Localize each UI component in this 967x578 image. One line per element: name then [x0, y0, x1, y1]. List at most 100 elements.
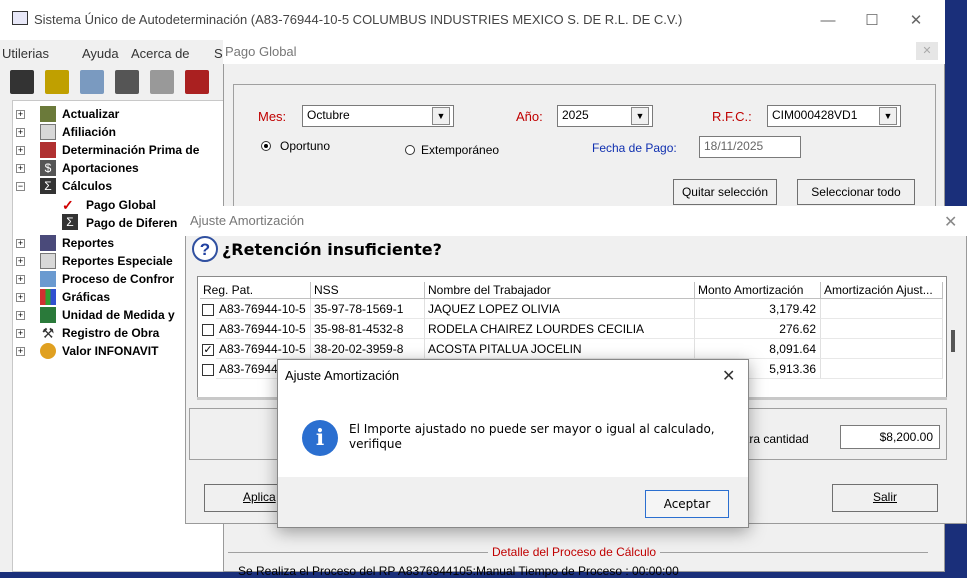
info-icon: i [302, 420, 338, 456]
save-icon[interactable] [115, 70, 139, 94]
document-icon [40, 253, 56, 269]
fecha-pago-value: 18/11/2025 [704, 139, 764, 153]
chevron-down-icon[interactable]: ▼ [432, 107, 450, 125]
close-icon[interactable]: ✕ [916, 42, 938, 60]
cell-monto: 3,179.42 [695, 299, 821, 319]
extemporaneo-label: Extemporáneo [421, 143, 500, 157]
menu-acerca-de[interactable]: Acerca de [131, 46, 190, 61]
expand-icon[interactable]: + [16, 311, 25, 320]
drive-icon[interactable] [150, 70, 174, 94]
collapse-icon[interactable]: − [16, 182, 25, 191]
expand-icon[interactable]: + [16, 293, 25, 302]
oportuno-label: Oportuno [280, 139, 331, 153]
expand-icon[interactable]: + [16, 110, 25, 119]
tree-item-unidad-medida[interactable]: Unidad de Medida y [62, 308, 175, 322]
tree-item-calculos[interactable]: Cálculos [62, 179, 112, 193]
close-icon[interactable]: ✕ [894, 8, 938, 34]
folder-icon [40, 271, 56, 287]
cell-ajuste[interactable] [821, 319, 943, 339]
rfc-label: R.F.C.: [712, 109, 752, 124]
ajuste-heading: ¿Retención insuficiente? [222, 240, 442, 259]
tree-item-actualizar[interactable]: Actualizar [62, 107, 119, 121]
question-icon: ? [192, 236, 218, 262]
expand-icon[interactable]: + [16, 257, 25, 266]
expand-icon[interactable]: + [16, 329, 25, 338]
menu-s[interactable]: S [214, 46, 223, 61]
otra-cantidad-input[interactable]: $8,200.00 [840, 425, 940, 449]
printer-icon[interactable] [185, 70, 209, 94]
tree-item-valor-infonavit[interactable]: Valor INFONAVIT [62, 344, 158, 358]
expand-icon[interactable]: + [16, 347, 25, 356]
oportuno-radio[interactable] [261, 141, 271, 151]
cell-ajuste[interactable] [821, 299, 943, 319]
expand-icon[interactable]: + [16, 164, 25, 173]
pago-global-title: Pago Global [225, 44, 297, 59]
seleccionar-todo-button[interactable]: Seleccionar todo [797, 179, 915, 205]
col-header-monto[interactable]: Monto Amortización [695, 282, 821, 299]
tree-item-determinacion[interactable]: Determinación Prima de [62, 143, 199, 157]
detalle-text: Se Realiza el Proceso del RP A8376944105… [238, 564, 679, 578]
aplicar-button[interactable]: Aplica [204, 484, 284, 512]
col-header-nombre[interactable]: Nombre del Trabajador [425, 282, 695, 299]
dollar-icon: $ [40, 160, 56, 176]
detalle-label: Detalle del Proceso de Cálculo [488, 545, 661, 559]
cell-ajuste[interactable] [821, 359, 943, 379]
ajuste-title: Ajuste Amortización [190, 213, 305, 228]
aceptar-button[interactable]: Aceptar [645, 490, 729, 518]
cell-monto: 276.62 [695, 319, 821, 339]
salir-button[interactable]: Salir [832, 484, 938, 512]
row-checkbox[interactable] [202, 324, 214, 336]
chevron-down-icon[interactable]: ▼ [631, 107, 649, 125]
menu-ayuda[interactable]: Ayuda [82, 46, 119, 61]
cell-reg-pat: A83-76944-10-5 [216, 299, 311, 319]
search-icon[interactable] [10, 70, 34, 94]
people-icon [40, 106, 56, 122]
expand-icon[interactable]: + [16, 239, 25, 248]
cell-reg-pat: A83-76944-10-5 [216, 319, 311, 339]
close-icon[interactable]: ✕ [722, 366, 735, 386]
tree-item-registro-obra[interactable]: Registro de Obra [62, 326, 159, 340]
tree-item-pago-diferencias[interactable]: Pago de Diferen [86, 216, 177, 230]
mes-label: Mes: [258, 109, 287, 124]
mes-value: Octubre [307, 108, 350, 122]
coin-icon [40, 343, 56, 359]
tree-item-reportes[interactable]: Reportes [62, 236, 114, 250]
cell-monto: 8,091.64 [695, 339, 821, 359]
row-checkbox[interactable] [202, 304, 214, 316]
col-header-nss[interactable]: NSS [311, 282, 425, 299]
people-icon[interactable] [45, 70, 69, 94]
pago-global-title-bar[interactable] [223, 38, 945, 64]
cell-nombre: JAQUEZ LOPEZ OLIVIA [425, 299, 695, 319]
menu-utilerias[interactable]: Utilerias [2, 46, 49, 61]
col-header-reg-pat[interactable]: Reg. Pat. [200, 282, 311, 299]
window-title: Sistema Único de Autodeterminación (A83-… [34, 12, 683, 27]
cell-nombre: RODELA CHAIREZ LOURDES CECILIA [425, 319, 695, 339]
tree-item-proceso-confronta[interactable]: Proceso de Confror [62, 272, 174, 286]
grid-scrollbar[interactable] [951, 330, 955, 352]
minimize-icon[interactable]: — [806, 8, 850, 34]
app-icon [12, 11, 28, 25]
tree-item-graficas[interactable]: Gráficas [62, 290, 110, 304]
expand-icon[interactable]: + [16, 146, 25, 155]
quitar-seleccion-button[interactable]: Quitar selección [673, 179, 777, 205]
col-header-ajuste[interactable]: Amortización Ajust... [821, 282, 943, 299]
tree-item-afiliacion[interactable]: Afiliación [62, 125, 116, 139]
tree-item-pago-global[interactable]: Pago Global [86, 198, 156, 212]
folder-icon[interactable] [80, 70, 104, 94]
cell-nss: 38-20-02-3959-8 [311, 339, 425, 359]
close-icon[interactable]: ✕ [944, 212, 957, 232]
chevron-down-icon[interactable]: ▼ [879, 107, 897, 125]
tree-item-aportaciones[interactable]: Aportaciones [62, 161, 139, 175]
expand-icon[interactable]: + [16, 128, 25, 137]
tree-item-reportes-especiales[interactable]: Reportes Especiale [62, 254, 173, 268]
calculator-icon [40, 307, 56, 323]
expand-icon[interactable]: + [16, 275, 25, 284]
cell-nombre: ACOSTA PITALUA JOCELIN [425, 339, 695, 359]
fecha-pago-input[interactable]: 18/11/2025 [699, 136, 801, 158]
extemporaneo-radio[interactable] [405, 145, 415, 155]
row-checkbox[interactable] [202, 364, 214, 376]
maximize-icon[interactable]: ☐ [850, 8, 894, 34]
cell-ajuste[interactable] [821, 339, 943, 359]
cell-nss: 35-98-81-4532-8 [311, 319, 425, 339]
row-checkbox[interactable]: ✓ [202, 344, 214, 356]
